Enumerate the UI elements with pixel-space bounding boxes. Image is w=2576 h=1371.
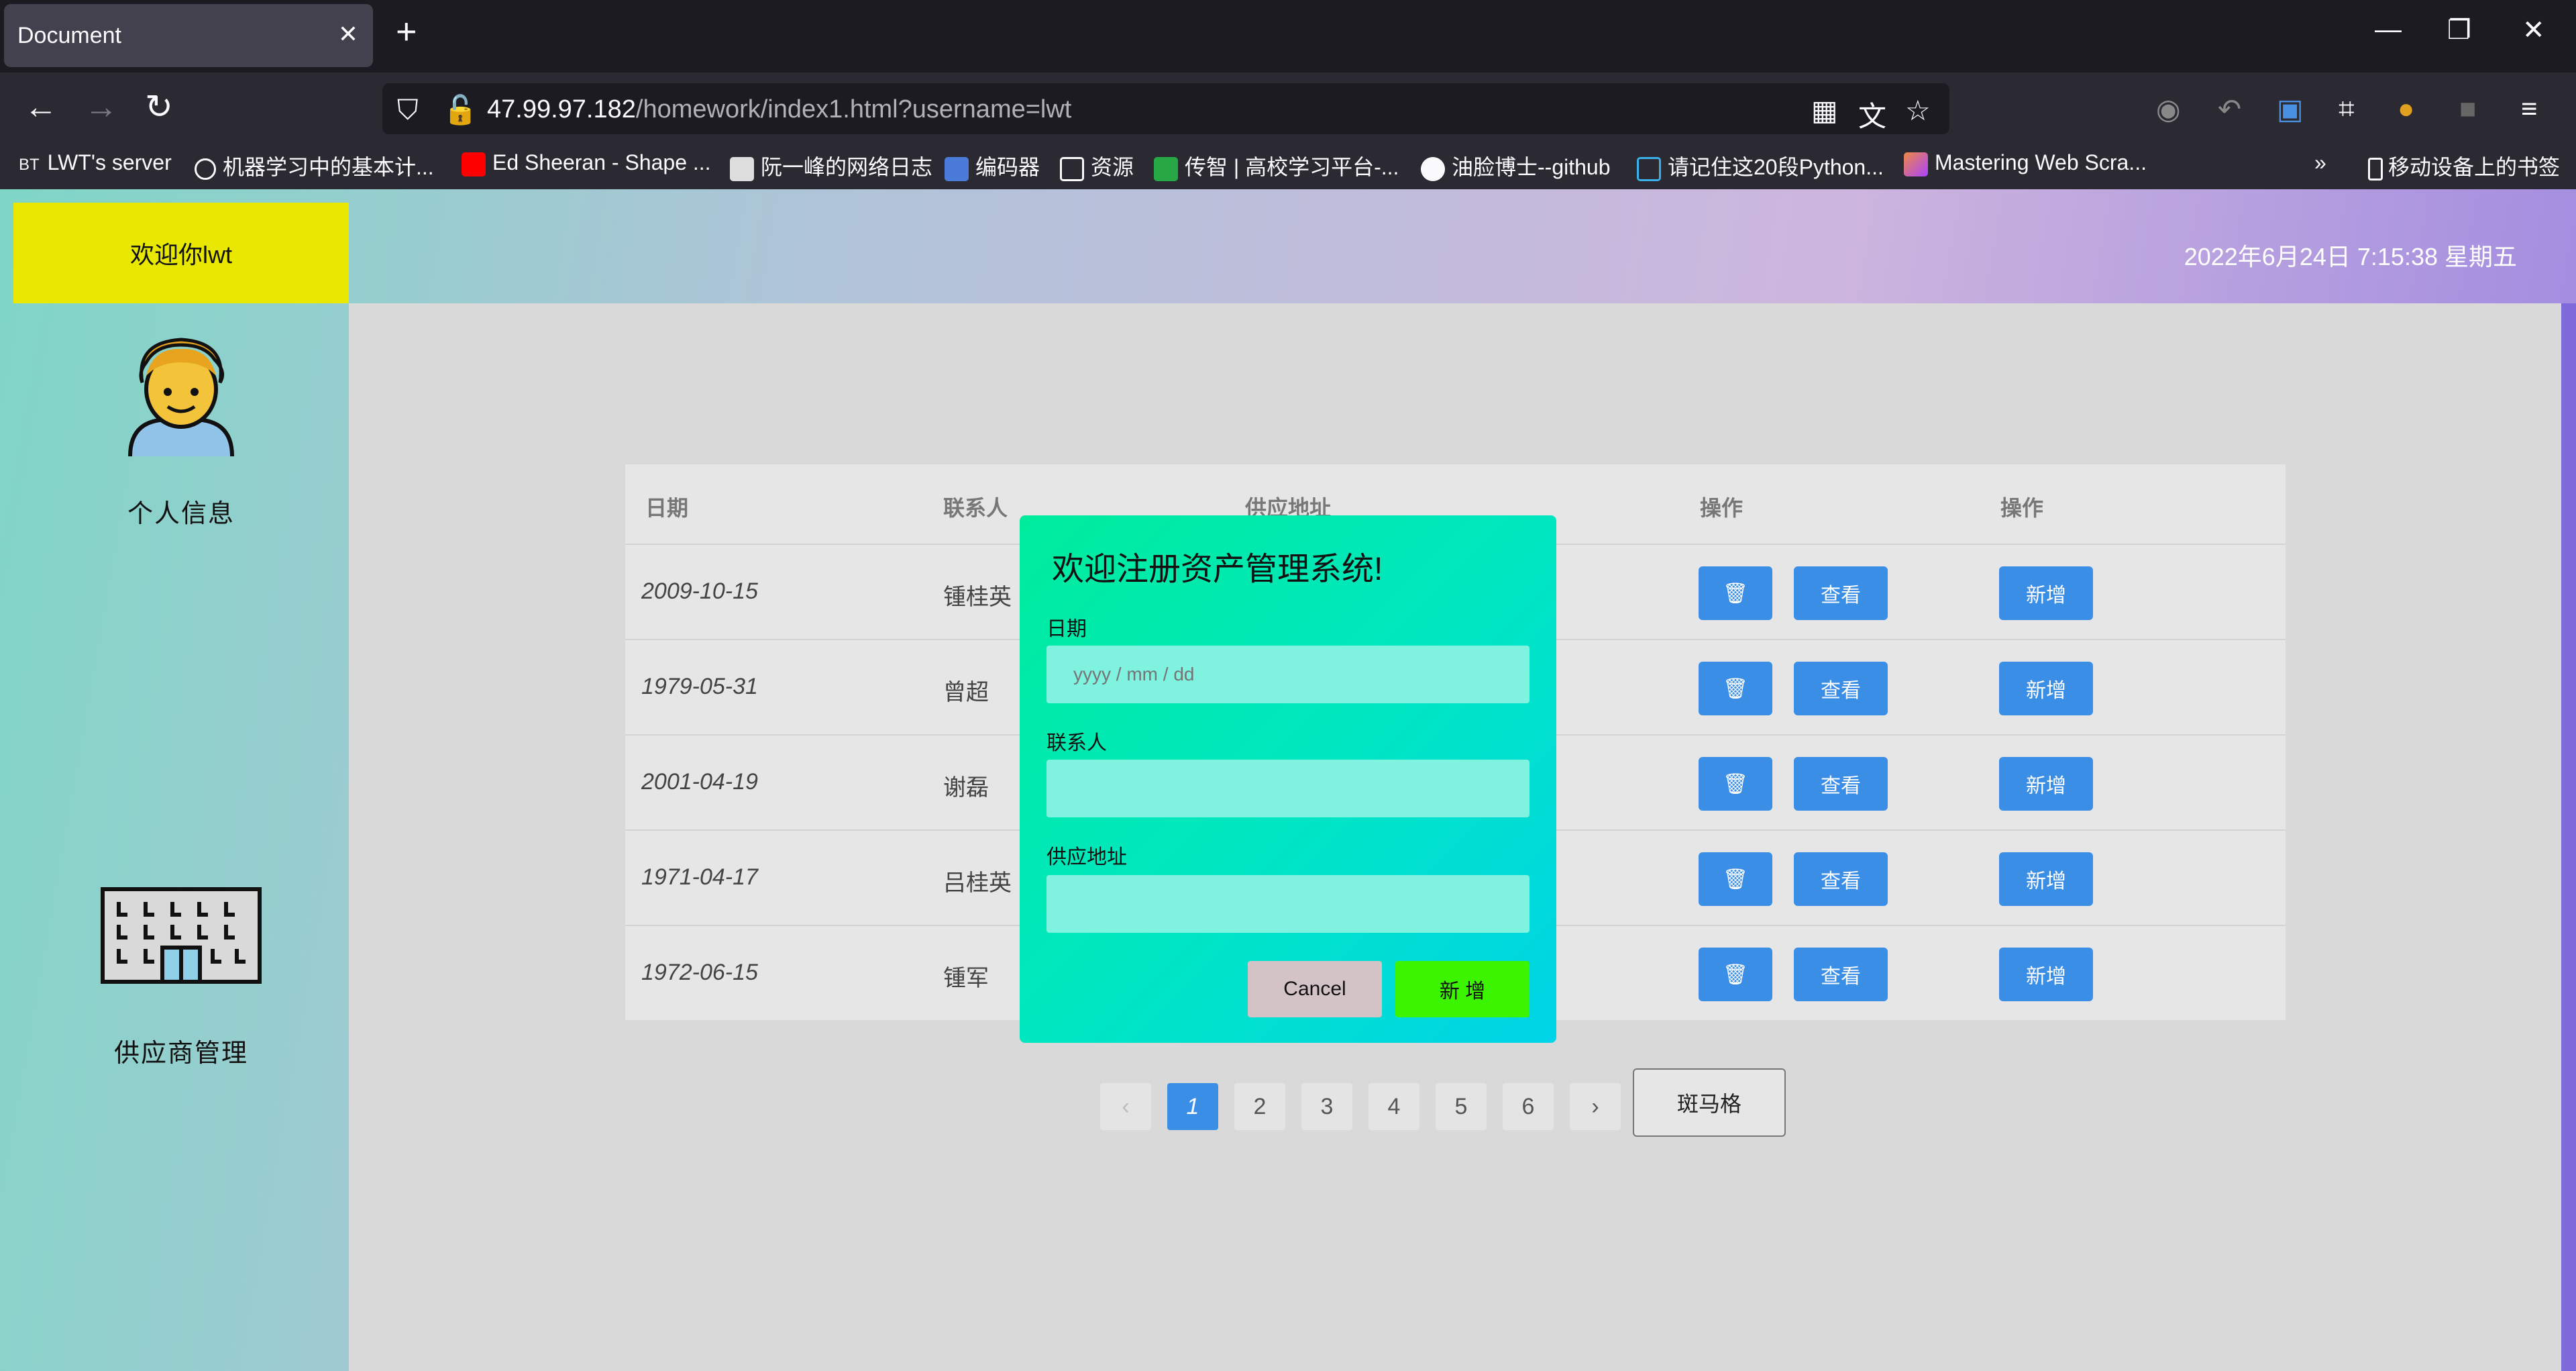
bookmark-folder[interactable]: 资源 <box>1060 150 1134 181</box>
view-button[interactable]: 查看 <box>1794 662 1888 715</box>
cell-contact: 吕桂英 <box>943 870 1012 896</box>
window-close-icon[interactable]: ✕ <box>2522 15 2545 46</box>
delete-button[interactable]: 🗑 <box>1699 757 1772 811</box>
bookmarks-overflow-icon[interactable]: » <box>2314 150 2326 175</box>
undo-extension-icon[interactable]: ↶ <box>2218 93 2241 125</box>
menu-icon[interactable]: ≡ <box>2521 93 2538 125</box>
column-header-contact: 联系人 <box>943 496 1008 520</box>
bookmark-item[interactable]: Ed Sheeran - Shape ... <box>462 150 711 176</box>
page-button[interactable]: 4 <box>1368 1083 1419 1130</box>
bookmark-item[interactable]: BT LWT's server <box>19 150 172 175</box>
trash-icon: 🗑 <box>1722 963 1749 986</box>
bookmark-item[interactable]: 编码器 <box>945 150 1040 181</box>
register-modal: 欢迎注册资产管理系统! 日期 联系人 供应地址 Cancel 新 增 <box>1020 515 1556 1043</box>
add-button[interactable]: 新增 <box>1999 948 2093 1001</box>
date-input[interactable] <box>1046 646 1529 703</box>
cell-contact: 锺桂英 <box>943 585 1012 610</box>
bookmarks-bar: BT LWT's server 机器学习中的基本计... Ed Sheeran -… <box>0 144 2576 189</box>
cell-date: 2001-04-19 <box>641 769 758 795</box>
add-button[interactable]: 新增 <box>1999 566 2093 620</box>
cell-contact: 曾超 <box>943 680 989 705</box>
address-input[interactable] <box>1046 875 1529 933</box>
qr-code-icon[interactable]: ▦ <box>1811 94 1838 127</box>
cell-date: 1972-06-15 <box>641 960 758 985</box>
translate-icon[interactable]: 文 <box>1858 94 1886 135</box>
column-header-actions-2: 操作 <box>2000 496 2044 520</box>
building-icon[interactable] <box>101 887 262 984</box>
shield-icon[interactable]: ⛉ <box>397 94 419 127</box>
sidebar-supplier-management[interactable]: 供应商管理 <box>0 1032 362 1069</box>
browser-tab[interactable]: Document ✕ <box>4 4 373 67</box>
modal-title: 欢迎注册资产管理系统! <box>1052 552 1383 587</box>
bookmark-item[interactable]: 传智 | 高校学习平台-... <box>1154 150 1399 181</box>
view-button[interactable]: 查看 <box>1794 852 1888 906</box>
minimize-icon[interactable]: — <box>2375 15 2402 45</box>
bookmark-item[interactable]: 油脸博士--github <box>1421 150 1611 181</box>
bookmark-star-icon[interactable]: ☆ <box>1905 94 1931 127</box>
back-icon[interactable]: ← <box>24 90 58 123</box>
view-button[interactable]: 查看 <box>1794 757 1888 811</box>
date-field-label: 日期 <box>1046 618 1087 640</box>
extension-icon[interactable]: ◉ <box>2156 93 2181 125</box>
address-field-label: 供应地址 <box>1046 846 1127 868</box>
page-button[interactable]: 5 <box>1436 1083 1487 1130</box>
next-page-button[interactable]: › <box>1570 1083 1621 1130</box>
bookmark-item[interactable]: 阮一峰的网络日志 <box>730 150 932 181</box>
url-text[interactable]: 47.99.97.182/homework/index1.html?userna… <box>487 95 1071 124</box>
cell-contact: 谢磊 <box>943 775 989 801</box>
contact-field-label: 联系人 <box>1046 732 1107 754</box>
cell-date: 1971-04-17 <box>641 864 758 890</box>
mobile-bookmarks[interactable]: 移动设备上的书签 <box>2368 150 2560 181</box>
person-avatar-icon[interactable] <box>126 336 236 459</box>
restore-icon[interactable]: ❐ <box>2447 15 2471 46</box>
cell-contact: 锺军 <box>943 966 989 991</box>
view-button[interactable]: 查看 <box>1794 566 1888 620</box>
add-button[interactable]: 新增 <box>1999 852 2093 906</box>
page-button[interactable]: 1 <box>1167 1083 1218 1130</box>
datetime-display: 2022年6月24日 7:15:38 星期五 <box>2184 243 2517 270</box>
monkey-icon[interactable]: ● <box>2398 93 2414 125</box>
browser-toolbar: ← → ↻ ⛉ 🔓 47.99.97.182/homework/index1.h… <box>0 72 2576 144</box>
page-button[interactable]: 2 <box>1234 1083 1285 1130</box>
column-header-date: 日期 <box>645 496 689 520</box>
contact-input[interactable] <box>1046 760 1529 817</box>
prev-page-button[interactable]: ‹ <box>1100 1083 1151 1130</box>
sidebar-personal-info[interactable]: 个人信息 <box>0 493 362 529</box>
trash-icon: 🗑 <box>1722 868 1749 891</box>
translate-extension-icon[interactable]: ▣ <box>2277 93 2304 125</box>
address-bar[interactable]: ⛉ 🔓 47.99.97.182/homework/index1.html?us… <box>382 83 1949 134</box>
add-button[interactable]: 新增 <box>1999 757 2093 811</box>
reload-icon[interactable]: ↻ <box>145 90 173 123</box>
insecure-lock-icon[interactable]: 🔓 <box>443 94 478 127</box>
crop-icon[interactable]: ⌗ <box>2339 93 2355 125</box>
page-button[interactable]: 3 <box>1301 1083 1352 1130</box>
zebra-stripe-button[interactable]: 斑马格 <box>1633 1068 1786 1137</box>
selenium-icon[interactable]: ■ <box>2459 93 2476 125</box>
delete-button[interactable]: 🗑 <box>1699 852 1772 906</box>
bookmark-item[interactable]: 机器学习中的基本计... <box>195 150 434 181</box>
add-button[interactable]: 新增 <box>1999 662 2093 715</box>
new-tab-icon[interactable]: + <box>396 13 417 50</box>
cell-date: 1979-05-31 <box>641 674 758 699</box>
browser-tab-strip: Document ✕ + — ❐ ✕ <box>0 0 2576 72</box>
welcome-banner: 欢迎你lwt <box>13 203 349 303</box>
page-button[interactable]: 6 <box>1503 1083 1554 1130</box>
scrollbar[interactable] <box>2561 303 2576 1371</box>
trash-icon: 🗑 <box>1722 677 1749 700</box>
column-header-actions: 操作 <box>1700 496 1743 520</box>
trash-icon: 🗑 <box>1722 582 1749 605</box>
cancel-button[interactable]: Cancel <box>1248 961 1382 1017</box>
bookmark-item[interactable]: Mastering Web Scra... <box>1904 150 2147 176</box>
delete-button[interactable]: 🗑 <box>1699 566 1772 620</box>
delete-button[interactable]: 🗑 <box>1699 662 1772 715</box>
tab-close-icon[interactable]: ✕ <box>338 20 358 48</box>
view-button[interactable]: 查看 <box>1794 948 1888 1001</box>
delete-button[interactable]: 🗑 <box>1699 948 1772 1001</box>
forward-icon[interactable]: → <box>85 90 118 123</box>
trash-icon: 🗑 <box>1722 772 1749 795</box>
modal-add-button[interactable]: 新 增 <box>1395 961 1529 1017</box>
cell-date: 2009-10-15 <box>641 578 758 604</box>
tab-title: Document <box>17 23 121 48</box>
bookmark-item[interactable]: 请记住这20段Python... <box>1637 150 1884 181</box>
